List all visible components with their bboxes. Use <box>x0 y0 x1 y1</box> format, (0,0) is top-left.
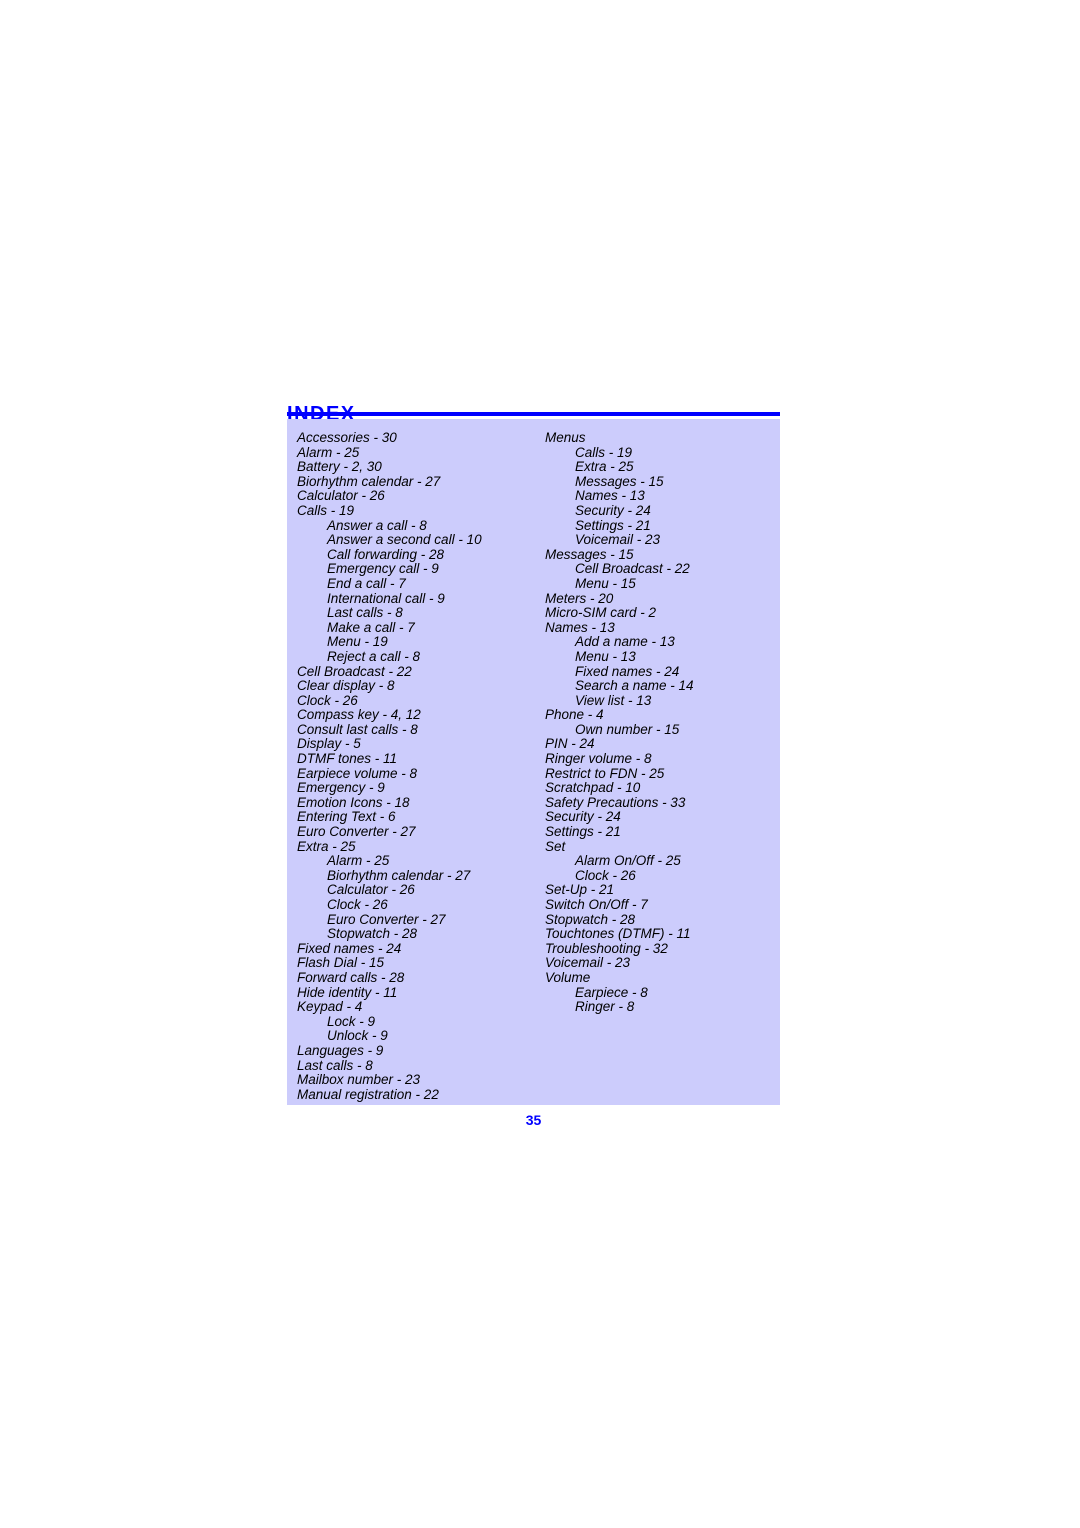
index-entry: End a call - 7 <box>327 575 406 591</box>
index-entry: Emergency call - 9 <box>327 561 439 577</box>
index-entry: Lock - 9 <box>327 1013 376 1029</box>
index-entry: Calls - 19 <box>297 502 355 518</box>
index-entry: Scratchpad - 10 <box>545 780 641 796</box>
index-entry: Set-Up - 21 <box>545 882 615 898</box>
index-entry: Fixed names - 24 <box>297 940 402 956</box>
index-entry: Compass key - 4, 12 <box>297 707 421 723</box>
index-entry: Biorhythm calendar - 27 <box>297 473 441 489</box>
index-entry: Voicemail - 23 <box>545 955 631 971</box>
index-entry: Clock - 26 <box>327 897 388 912</box>
index-entry: Flash Dial - 15 <box>297 955 385 971</box>
index-entry: Security - 24 <box>575 502 651 518</box>
index-entry: Fixed names - 24 <box>575 663 680 679</box>
index-entry: Emergency - 9 <box>297 780 385 796</box>
index-entry: Answer a call - 8 <box>327 517 427 533</box>
index-entry: Answer a second call - 10 <box>327 532 482 548</box>
manual-page: Index Accessories - 30Alarm - 25Battery … <box>0 0 1080 1528</box>
index-entry: Hide identity - 11 <box>297 984 398 1000</box>
index-entry: Search a name - 14 <box>575 678 694 694</box>
index-entry: Alarm - 25 <box>327 853 390 869</box>
index-entry: International call - 9 <box>327 590 445 606</box>
index-entry: Clock - 26 <box>575 867 636 883</box>
index-entry: Settings - 21 <box>575 517 651 533</box>
index-entry: DTMF tones - 11 <box>297 751 398 767</box>
index-entry: Cell Broadcast - 22 <box>575 561 690 577</box>
index-panel: Accessories - 30 Alarm - 25 Battery - 2, 3… <box>287 419 780 1105</box>
index-column-right: Menus Calls - 19 Extra - 25 Messages - 15 Na… <box>545 430 775 1015</box>
index-entry: Earpiece volume - 8 <box>297 765 418 781</box>
index-entry: Alarm - 25 <box>297 444 360 460</box>
index-entry: Own number - 15 <box>575 721 680 737</box>
index-entry: Earpiece - 8 <box>575 984 648 1000</box>
index-entry: Reject a call - 8 <box>327 648 421 664</box>
index-entry: Safety Precautions - 33 <box>545 794 686 810</box>
index-entry: Voicemail - 23 <box>575 532 661 548</box>
index-entry: Switch On/Off - 7 <box>545 897 648 912</box>
index-entry: Battery - 2, 30 <box>297 459 382 475</box>
index-entry: Phone - 4 <box>545 707 604 723</box>
index-entry: Names - 13 <box>545 619 615 635</box>
index-entry: PIN - 24 <box>545 736 595 752</box>
index-entry: Euro Converter - 27 <box>297 824 416 840</box>
index-entry: Clock - 26 <box>297 692 358 708</box>
index-entry: Stopwatch - 28 <box>545 911 636 927</box>
index-entry: Unlock - 9 <box>327 1028 388 1044</box>
index-entry: Clear display - 8 <box>297 678 395 694</box>
index-entry: Consult last calls - 8 <box>297 721 418 737</box>
index-entry: Stopwatch - 28 <box>327 926 418 942</box>
index-entry: Display - 5 <box>297 736 361 752</box>
index-entry: Forward calls - 28 <box>297 969 405 985</box>
index-entry: Extra - 25 <box>575 459 634 475</box>
index-entry: Menus <box>545 430 586 445</box>
index-entry: Calculator - 26 <box>327 882 415 898</box>
index-entry: Volume <box>545 969 591 985</box>
index-entry: Menu - 15 <box>575 575 636 591</box>
index-entry: Calls - 19 <box>575 444 633 460</box>
index-entry: View list - 13 <box>575 692 652 708</box>
index-entry: Menu - 13 <box>575 648 636 664</box>
index-entry: Settings - 21 <box>545 824 621 840</box>
index-entry: Ringer volume - 8 <box>545 751 652 767</box>
index-entry: Manual registration - 22 <box>297 1086 439 1102</box>
index-entry: Emotion Icons - 18 <box>297 794 410 810</box>
index-entry: Messages - 15 <box>545 546 634 562</box>
index-entry: Languages - 9 <box>297 1042 384 1058</box>
index-entry: Accessories - 30 <box>297 430 397 445</box>
index-entry: Alarm On/Off - 25 <box>575 853 681 869</box>
index-entry: Security - 24 <box>545 809 621 825</box>
index-entry: Touchtones (DTMF) - 11 <box>545 926 691 942</box>
index-entry: Biorhythm calendar - 27 <box>327 867 471 883</box>
page-number: 35 <box>525 1112 542 1128</box>
title-divider <box>287 412 780 416</box>
index-entry: Call forwarding - 28 <box>327 546 445 562</box>
index-entry: Make a call - 7 <box>327 619 415 635</box>
index-entry: Menu - 19 <box>327 634 388 650</box>
index-entry: Cell Broadcast - 22 <box>297 663 412 679</box>
index-entry: Euro Converter - 27 <box>327 911 446 927</box>
index-entry: Names - 13 <box>575 488 645 504</box>
index-entry: Keypad - 4 <box>297 999 363 1015</box>
index-entry: Messages - 15 <box>575 473 664 489</box>
index-entry: Meters - 20 <box>545 590 614 606</box>
index-entry: Ringer - 8 <box>575 999 635 1015</box>
index-entry: Mailbox number - 23 <box>297 1072 421 1088</box>
index-entry: Restrict to FDN - 25 <box>545 765 665 781</box>
index-entry: Entering Text - 6 <box>297 809 396 825</box>
index-entry: Set <box>545 838 566 854</box>
index-entry: Last calls - 8 <box>297 1057 373 1073</box>
index-entry: Micro-SIM card - 2 <box>545 605 657 621</box>
index-column-left: Accessories - 30 Alarm - 25 Battery - 2, 3… <box>297 430 547 1102</box>
index-entry: Troubleshooting - 32 <box>545 940 668 956</box>
index-entry: Add a name - 13 <box>575 634 675 650</box>
index-entry: Extra - 25 <box>297 838 356 854</box>
index-entry: Calculator - 26 <box>297 488 385 504</box>
index-entry: Last calls - 8 <box>327 605 403 621</box>
